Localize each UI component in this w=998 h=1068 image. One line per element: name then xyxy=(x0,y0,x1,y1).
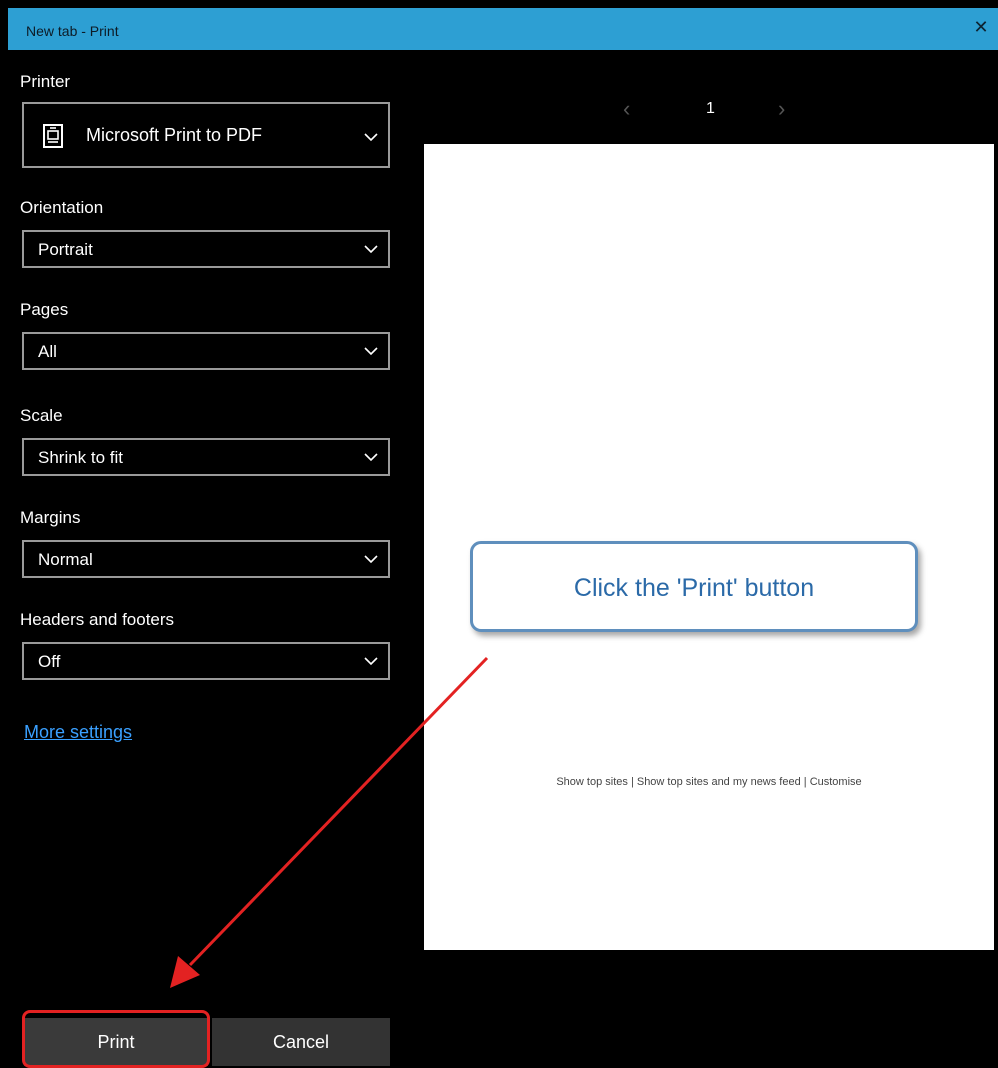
pages-value: All xyxy=(38,342,57,361)
margins-value: Normal xyxy=(38,550,93,569)
chevron-down-icon xyxy=(364,453,378,462)
close-icon[interactable]: ✕ xyxy=(968,14,994,40)
margins-label: Margins xyxy=(20,508,81,527)
chevron-left-icon[interactable]: ‹ xyxy=(623,96,630,122)
window-title: New tab - Print xyxy=(26,23,119,39)
printer-icon xyxy=(43,124,63,148)
margins-select[interactable]: Normal xyxy=(22,540,390,578)
printer-select[interactable]: Microsoft Print to PDF xyxy=(22,102,390,168)
orientation-label: Orientation xyxy=(20,198,104,217)
chevron-down-icon xyxy=(364,245,378,254)
print-button-highlight xyxy=(22,1010,210,1068)
chevron-down-icon xyxy=(364,133,378,142)
orientation-value: Portrait xyxy=(38,240,93,259)
pages-label: Pages xyxy=(20,300,69,319)
headers-footers-select[interactable]: Off xyxy=(22,642,390,680)
chevron-down-icon xyxy=(364,555,378,564)
scale-select[interactable]: Shrink to fit xyxy=(22,438,390,476)
callout-text: Click the 'Print' button xyxy=(573,574,815,602)
cancel-button[interactable]: Cancel xyxy=(212,1018,390,1066)
printer-value: Microsoft Print to PDF xyxy=(86,125,263,145)
pages-select[interactable]: All xyxy=(22,332,390,370)
page-number: 1 xyxy=(706,100,715,117)
headers-footers-label: Headers and footers xyxy=(20,610,175,629)
orientation-select[interactable]: Portrait xyxy=(22,230,390,268)
printer-label: Printer xyxy=(20,72,71,91)
preview-page-text: Show top sites | Show top sites and my n… xyxy=(556,776,862,788)
more-settings-link[interactable]: More settings xyxy=(24,722,132,743)
headers-footers-value: Off xyxy=(38,652,61,671)
title-bar: New tab - Print ✕ xyxy=(8,8,998,50)
scale-label: Scale xyxy=(20,406,63,425)
chevron-down-icon xyxy=(364,657,378,666)
callout-box: Click the 'Print' button xyxy=(470,541,918,632)
chevron-down-icon xyxy=(364,347,378,356)
scale-value: Shrink to fit xyxy=(38,448,124,467)
chevron-right-icon[interactable]: › xyxy=(778,96,785,122)
